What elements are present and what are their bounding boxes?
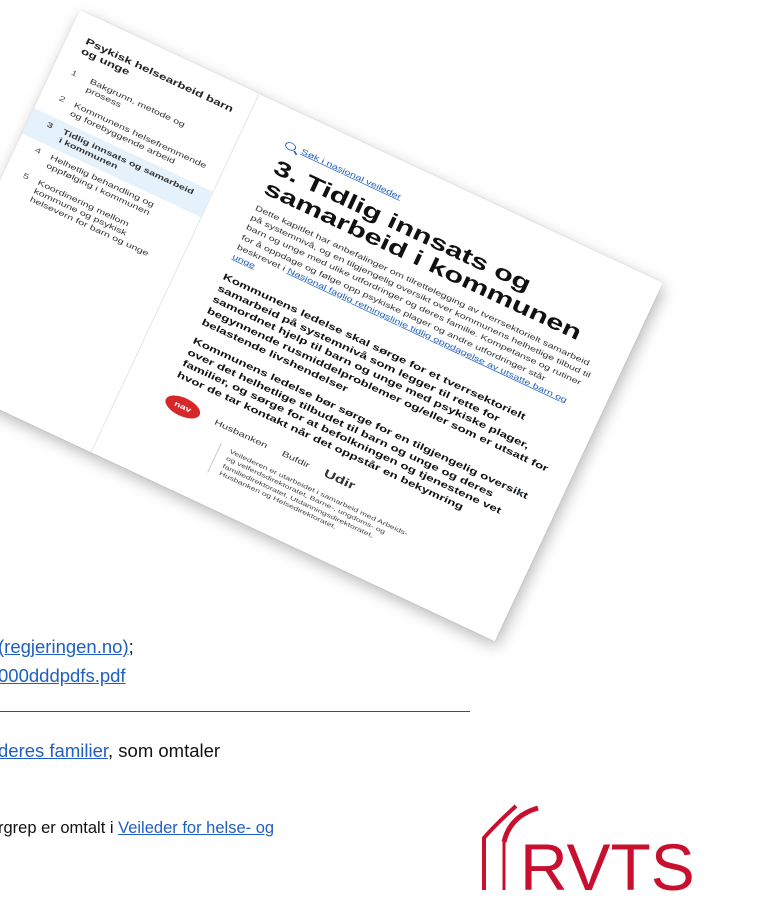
toc-number: 4 xyxy=(33,145,43,157)
toc-number: 5 xyxy=(21,171,31,182)
toc-number: 1 xyxy=(69,68,79,79)
document-preview: Psykisk helsearbeid barn og unge 1 Bakgru… xyxy=(0,0,782,900)
bufdir-logo: Bufdir xyxy=(280,449,311,471)
toc-number: 3 xyxy=(45,120,55,131)
document-page: Psykisk helsearbeid barn og unge 1 Bakgru… xyxy=(0,10,663,642)
udir-logo: Udir xyxy=(321,467,357,493)
nav-logo: nav xyxy=(161,390,204,424)
toc-number: 2 xyxy=(57,94,67,105)
search-icon xyxy=(283,140,298,153)
